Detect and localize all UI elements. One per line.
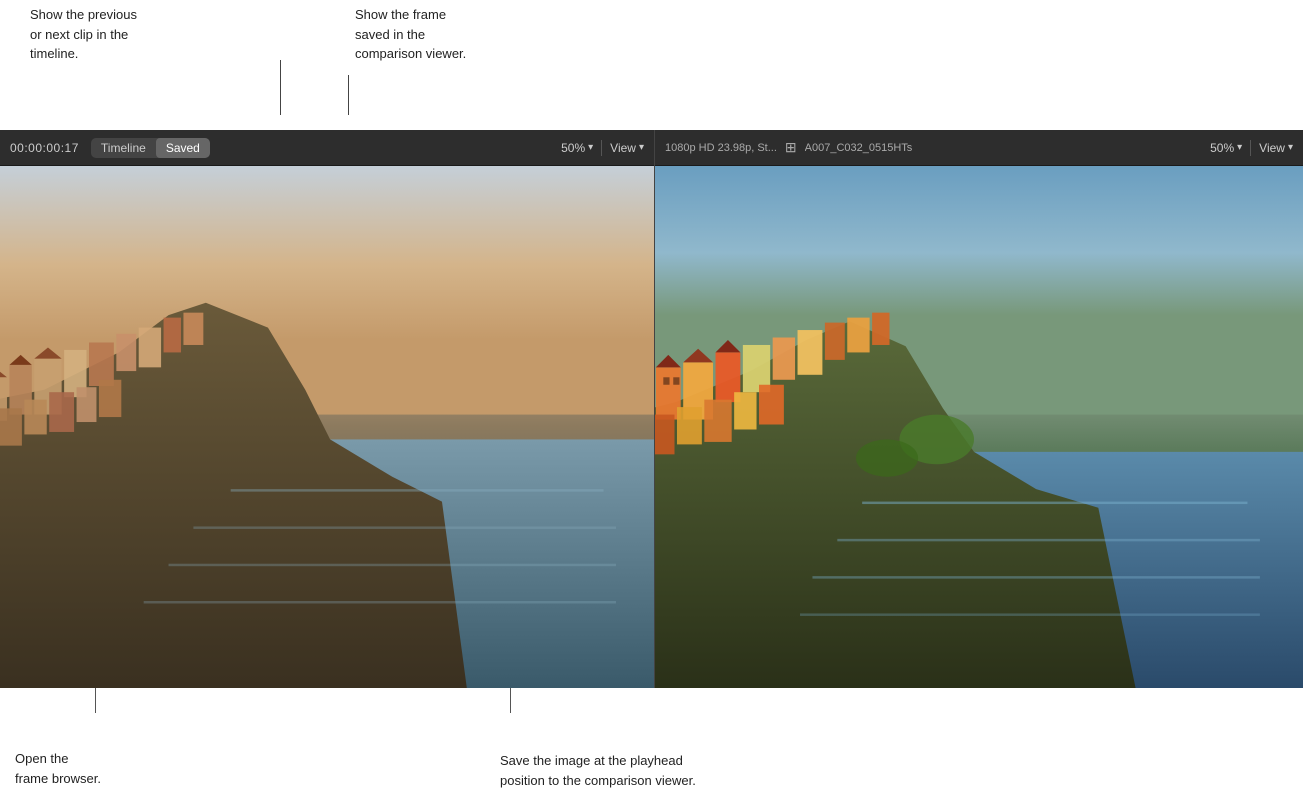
divider-1 (601, 140, 602, 156)
left-timecode: 00:00:00:17 (10, 141, 79, 155)
left-viewer-toolbar: 00:00:00:17 Timeline Saved 50% View (0, 130, 654, 166)
left-video-svg (0, 166, 654, 688)
annotation-top-left: Show the previous or next clip in the ti… (30, 5, 190, 64)
right-view-button[interactable]: View (1259, 141, 1293, 155)
viewer-right: 1080p HD 23.98p, St... ⊞ A007_C032_0515H… (655, 130, 1303, 688)
annotation-line-left (280, 60, 281, 115)
right-clip-name: A007_C032_0515HTs (805, 142, 913, 154)
saved-button[interactable]: Saved (156, 138, 210, 158)
divider-2 (1250, 140, 1251, 156)
annotation-line-center (348, 75, 349, 115)
annotations-top: Show the previous or next clip in the ti… (0, 0, 1303, 130)
annot-line-bottom-left (95, 688, 96, 713)
annot-line-bottom-center (510, 688, 511, 713)
viewers-container: 00:00:00:17 Timeline Saved 50% View (0, 130, 1303, 688)
annotation-bottom-left: Open the frame browser. (15, 749, 101, 788)
viewer-left: 00:00:00:17 Timeline Saved 50% View (0, 130, 655, 688)
annotations-bottom: Open the frame browser. Save the image a… (0, 688, 1303, 798)
segment-buttons[interactable]: Timeline Saved (91, 138, 210, 158)
left-video-frame (0, 166, 654, 688)
left-zoom-button[interactable]: 50% (561, 141, 593, 155)
right-zoom-button[interactable]: 50% (1210, 141, 1242, 155)
right-viewer-toolbar: 1080p HD 23.98p, St... ⊞ A007_C032_0515H… (655, 130, 1303, 166)
right-video-frame (655, 166, 1303, 688)
left-view-button[interactable]: View (610, 141, 644, 155)
right-resolution: 1080p HD 23.98p, St... (665, 142, 777, 154)
annotation-top-center: Show the frame saved in the comparison v… (355, 5, 565, 64)
timeline-button[interactable]: Timeline (91, 138, 156, 158)
grid-icon: ⊞ (785, 139, 797, 156)
annotation-bottom-center: Save the image at the playhead position … (500, 751, 780, 790)
right-video-svg (655, 166, 1303, 688)
